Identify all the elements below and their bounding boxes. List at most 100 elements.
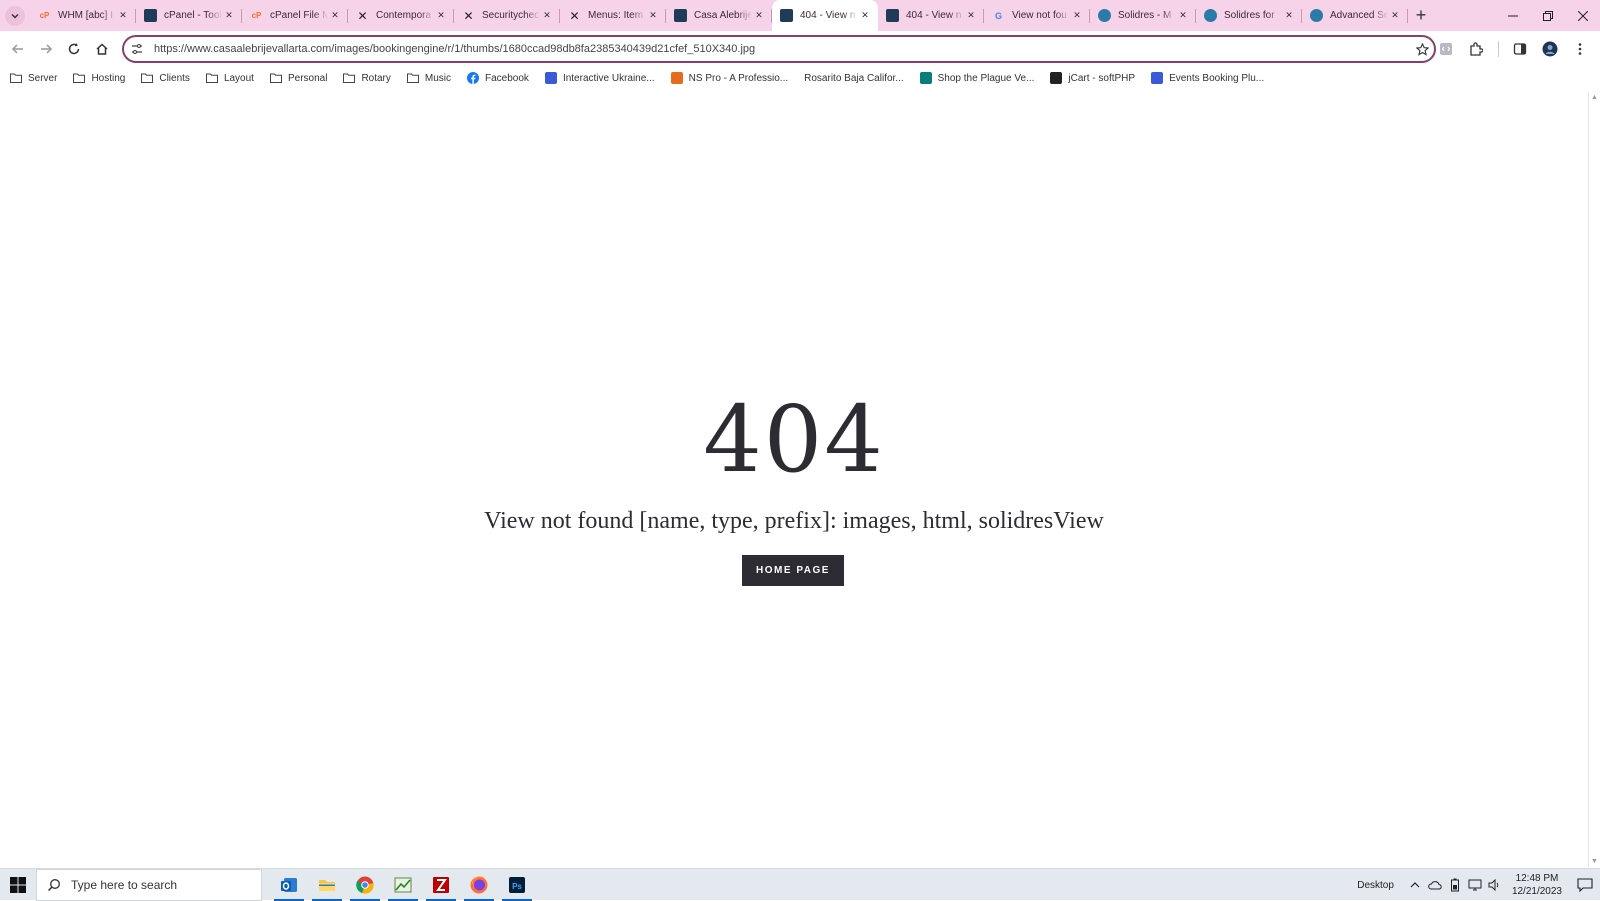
taskbar-outlook[interactable] — [270, 869, 308, 901]
site-info-icon[interactable] — [128, 43, 146, 55]
tab-close-icon[interactable]: ✕ — [328, 10, 342, 21]
new-tab-button[interactable]: + — [1408, 0, 1434, 31]
window-controls — [1495, 0, 1600, 31]
network-icon[interactable] — [1466, 879, 1484, 891]
start-button[interactable] — [0, 869, 36, 901]
outlook-icon — [281, 877, 297, 892]
notifications-button[interactable] — [1570, 878, 1600, 892]
bookmark-label: Rotary — [361, 72, 391, 84]
taskbar-filezilla[interactable] — [422, 869, 460, 901]
scroll-up-icon[interactable]: ▲ — [1591, 94, 1598, 101]
bookmark-item[interactable]: Layout — [205, 72, 254, 84]
tab-close-icon[interactable]: ✕ — [858, 10, 872, 21]
home-button[interactable] — [88, 35, 116, 63]
folder-icon — [205, 72, 218, 84]
firefox-icon — [470, 875, 488, 893]
tab-close-icon[interactable]: ✕ — [116, 10, 130, 21]
browser-tab[interactable]: ✕ Contempora ✕ — [348, 0, 454, 31]
browser-tab[interactable]: Advanced Se ✕ — [1302, 0, 1408, 31]
google-icon: G — [994, 10, 1002, 21]
back-button[interactable] — [4, 35, 32, 63]
browser-tab[interactable]: ✕ Securitychec ✕ — [454, 0, 560, 31]
bookmark-item[interactable]: Personal — [269, 72, 327, 84]
url-text[interactable]: https://www.casaalebrijevallarta.com/ima… — [154, 43, 1410, 55]
browser-tab[interactable]: 404 - View n ✕ — [772, 0, 878, 31]
reload-button[interactable] — [60, 35, 88, 63]
chevron-down-icon — [11, 13, 19, 19]
battery-icon[interactable] — [1446, 878, 1464, 892]
tab-title: Casa Alebrije — [694, 10, 752, 21]
browser-tab[interactable]: cPanel - Tools ✕ — [136, 0, 242, 31]
bookmark-item[interactable]: Interactive Ukraine... — [544, 72, 655, 84]
bookmark-item[interactable]: Clients — [141, 72, 190, 84]
site-icon — [919, 72, 932, 84]
side-panel-icon[interactable] — [1506, 35, 1534, 63]
site-icon — [780, 9, 793, 22]
browser-tab[interactable]: Casa Alebrije ✕ — [666, 0, 772, 31]
bookmark-item[interactable]: Rosarito Baja Califor... — [804, 72, 904, 84]
taskbar-clock[interactable]: 12:48 PM 12/21/2023 — [1512, 872, 1562, 898]
tab-bar: cP WHM [abc] I ✕ cPanel - Tools ✕ cP cPanel Fi… — [0, 0, 1600, 31]
tab-close-icon[interactable]: ✕ — [964, 10, 978, 21]
chevron-up-icon[interactable] — [1406, 880, 1424, 890]
facebook-icon — [467, 72, 480, 84]
tab-close-icon[interactable]: ✕ — [752, 10, 766, 21]
volume-icon[interactable] — [1486, 879, 1504, 891]
minimize-button[interactable] — [1495, 0, 1530, 31]
vertical-scrollbar[interactable]: ▲ ▼ — [1588, 92, 1600, 867]
browser-tab[interactable]: ✕ Menus: Item ✕ — [560, 0, 666, 31]
tab-search-button[interactable] — [0, 0, 30, 31]
desktop-toolbar-label[interactable]: Desktop — [1357, 880, 1394, 891]
forward-button[interactable] — [32, 35, 60, 63]
tab-close-icon[interactable]: ✕ — [540, 10, 554, 21]
tab-title: Advanced Se — [1330, 10, 1388, 21]
devtools-extension-icon[interactable] — [1432, 35, 1460, 63]
browser-menu-icon[interactable] — [1566, 35, 1594, 63]
taskbar-firefox[interactable] — [460, 869, 498, 901]
tab-title: 404 - View n — [906, 10, 962, 21]
close-window-button[interactable] — [1565, 0, 1600, 31]
taskbar-photoshop[interactable]: Ps — [498, 869, 536, 901]
bookmark-label: jCart - softPHP — [1068, 72, 1136, 84]
browser-tab[interactable]: cP WHM [abc] I ✕ — [30, 0, 136, 31]
tab-close-icon[interactable]: ✕ — [1282, 10, 1296, 21]
tab-close-icon[interactable]: ✕ — [434, 10, 448, 21]
bookmark-item[interactable]: NS Pro - A Professio... — [670, 72, 788, 84]
bookmark-label: Layout — [223, 72, 254, 84]
browser-tab[interactable]: Solidres for ✕ — [1196, 0, 1302, 31]
taskbar-chrome[interactable] — [346, 869, 384, 901]
tab-title: cPanel - Tools — [164, 10, 222, 21]
onedrive-cloud-icon[interactable] — [1426, 880, 1444, 890]
browser-tab[interactable]: 404 - View n ✕ — [878, 0, 984, 31]
bookmark-item[interactable]: Hosting — [73, 72, 125, 84]
extensions-puzzle-icon[interactable] — [1462, 35, 1490, 63]
address-bar[interactable]: https://www.casaalebrijevallarta.com/ima… — [122, 35, 1436, 63]
tab-close-icon[interactable]: ✕ — [1070, 10, 1084, 21]
bookmark-item[interactable]: Events Booking Plu... — [1151, 72, 1264, 84]
bookmark-label: Hosting — [91, 72, 126, 84]
taskbar-search-box[interactable]: Type here to search — [36, 868, 262, 901]
bookmark-item[interactable]: Facebook — [467, 72, 529, 84]
forward-arrow-icon — [41, 44, 53, 54]
taskbar-chart-app[interactable] — [384, 869, 422, 901]
bookmark-item[interactable]: jCart - softPHP — [1050, 72, 1135, 84]
clock-date: 12/21/2023 — [1511, 886, 1562, 897]
tab-close-icon[interactable]: ✕ — [646, 10, 660, 21]
bookmark-item[interactable]: Server — [10, 72, 57, 84]
bookmark-item[interactable]: Music — [406, 72, 451, 84]
profile-avatar-icon[interactable] — [1536, 35, 1564, 63]
windows-logo-icon — [10, 876, 26, 893]
bookmark-item[interactable]: Rotary — [343, 72, 391, 84]
tab-close-icon[interactable]: ✕ — [1176, 10, 1190, 21]
restore-button[interactable] — [1530, 0, 1565, 31]
browser-tab[interactable]: G View not fou ✕ — [984, 0, 1090, 31]
browser-tab[interactable]: cP cPanel File M ✕ — [242, 0, 348, 31]
bookmark-label: Rosarito Baja Califor... — [804, 72, 904, 84]
home-page-button[interactable]: HOME PAGE — [742, 555, 844, 586]
scroll-down-icon[interactable]: ▼ — [1591, 858, 1598, 865]
tab-close-icon[interactable]: ✕ — [222, 10, 236, 21]
tab-close-icon[interactable]: ✕ — [1388, 10, 1402, 21]
taskbar-file-explorer[interactable] — [308, 869, 346, 901]
bookmark-item[interactable]: Shop the Plague Ve... — [919, 72, 1034, 84]
browser-tab[interactable]: Solidres - M ✕ — [1090, 0, 1196, 31]
